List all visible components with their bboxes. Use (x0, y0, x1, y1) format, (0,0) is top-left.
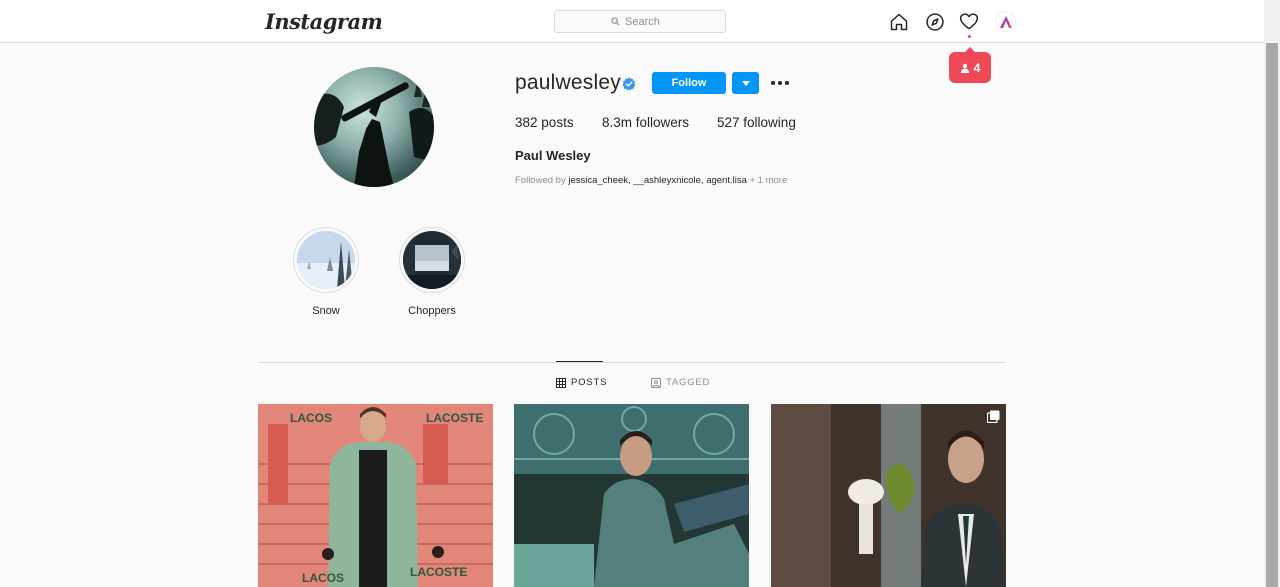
tabs-divider (258, 362, 1006, 363)
following-label: following (743, 115, 796, 130)
following-count: 527 (717, 115, 740, 130)
post-overlay-text: LACOS (290, 411, 332, 425)
active-tab-indicator (556, 361, 603, 362)
posts-label: posts (541, 115, 574, 130)
notification-badge[interactable]: 4 (949, 47, 991, 83)
scrollbar-thumb[interactable] (1266, 43, 1278, 587)
follow-button[interactable]: Follow (652, 72, 726, 94)
followed-by-separator: , (700, 175, 704, 186)
profile-full-name: Paul Wesley (515, 148, 591, 163)
followed-by-more[interactable]: + 1 more (750, 175, 788, 186)
grid-icon (556, 377, 566, 388)
instagram-logo[interactable]: Instagram (265, 9, 383, 34)
tag-icon (651, 377, 661, 388)
highlight-ring[interactable] (399, 227, 465, 293)
post-overlay-text: LACOSTE (426, 411, 483, 425)
following-stat[interactable]: 527 following (717, 115, 796, 130)
post-overlay-text: LACOSTE (410, 565, 467, 579)
tab-tagged[interactable]: TAGGED (651, 377, 710, 388)
search-icon (611, 17, 620, 26)
multiple-photos-icon (986, 410, 1000, 428)
profile-username: paulwesley (515, 71, 621, 94)
post-overlay-text: LACOS (302, 571, 344, 585)
tab-posts[interactable]: POSTS (556, 377, 607, 388)
highlight-label: Choppers (408, 305, 456, 317)
highlight-ring[interactable] (293, 227, 359, 293)
verified-badge-icon (622, 77, 636, 91)
followed-by-line[interactable]: Followed by jessica_cheek, __ashleyxnico… (515, 175, 787, 186)
scrollbar-track[interactable] (1264, 0, 1280, 587)
dot-icon (778, 81, 782, 85)
heart-icon[interactable] (958, 11, 980, 33)
followers-count: 8.3m (602, 115, 633, 130)
caret-down-icon (741, 80, 750, 86)
followers-label: followers (635, 115, 690, 130)
highlight-label: Snow (312, 305, 340, 317)
notification-count: 4 (973, 60, 981, 75)
person-icon (960, 63, 969, 73)
explore-icon[interactable] (924, 11, 946, 33)
highlight-choppers[interactable]: Choppers (399, 227, 465, 317)
posts-count: 382 (515, 115, 538, 130)
home-icon[interactable] (888, 11, 910, 33)
highlight-snow[interactable]: Snow (293, 227, 359, 317)
followed-by-user[interactable]: jessica_cheek (568, 175, 628, 186)
followed-by-separator: , (628, 175, 631, 186)
activity-dot (968, 35, 971, 38)
dot-icon (785, 81, 789, 85)
suggested-dropdown-button[interactable] (732, 72, 759, 94)
tab-label: POSTS (571, 377, 608, 388)
search-input[interactable] (625, 15, 669, 28)
posts-stat: 382 posts (515, 115, 574, 130)
profile-avatar-icon[interactable] (995, 11, 1016, 32)
followed-by-user[interactable]: __ashleyxnicole (633, 175, 701, 186)
post-thumbnail[interactable] (771, 404, 1006, 587)
post-thumbnail[interactable] (514, 404, 749, 587)
top-navbar: Instagram (0, 0, 1264, 43)
highlight-image (297, 231, 355, 289)
tab-label: TAGGED (666, 377, 711, 388)
post-thumbnail[interactable]: LACOS LACOS LACOSTE LACOSTE (258, 404, 493, 587)
followers-stat[interactable]: 8.3m followers (602, 115, 689, 130)
followed-by-prefix: Followed by (515, 175, 566, 186)
profile-picture[interactable] (314, 67, 434, 187)
highlight-image (403, 231, 461, 289)
search-box[interactable] (554, 10, 726, 33)
dot-icon (771, 81, 775, 85)
more-options-button[interactable] (769, 75, 791, 91)
followed-by-user[interactable]: agent.lisa (706, 175, 747, 186)
